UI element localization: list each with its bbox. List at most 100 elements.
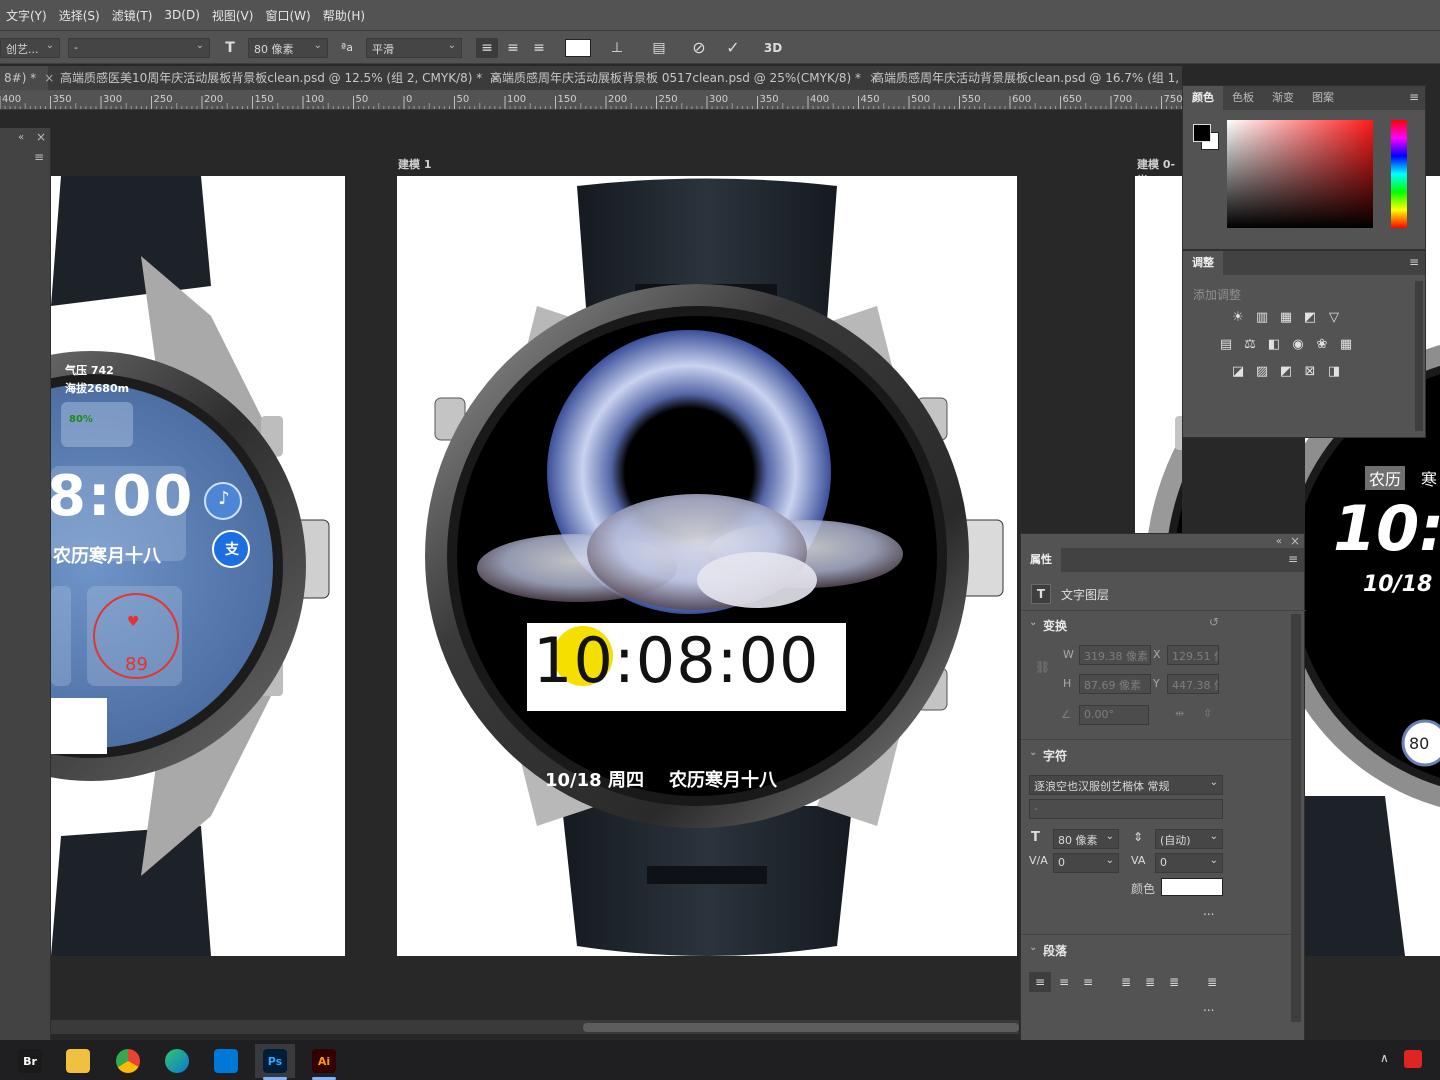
font-family-select[interactable]: 逐浪空也汉服创艺楷体 常规 ⌄ — [1029, 775, 1223, 795]
para-align-left-icon[interactable]: ≡ — [1029, 972, 1051, 992]
canvas-area[interactable]: 气压 742 海拔2680m 80% 8:00 农历寒月十八 ♪ 支 ♥ 89 … — [0, 110, 1182, 1040]
gradient-map-icon[interactable]: ⊠ — [1301, 363, 1319, 381]
close-icon[interactable]: × — [36, 130, 46, 144]
cancel-icon[interactable]: ⊘ — [688, 38, 710, 58]
flip-horizontal-icon[interactable]: ⇹ — [1175, 707, 1184, 720]
vibrance-icon[interactable]: ▽ — [1325, 309, 1343, 327]
collapse-icon[interactable]: « — [1276, 536, 1282, 547]
flip-vertical-icon[interactable]: ⇳ — [1203, 707, 1212, 720]
levels-icon[interactable]: ▥ — [1253, 309, 1271, 327]
commit-check-icon[interactable]: ✓ — [722, 38, 744, 58]
tracking-field[interactable]: 0 ⌄ — [1155, 853, 1223, 873]
close-icon[interactable]: × — [44, 71, 54, 85]
brightness-icon[interactable]: ☀ — [1229, 309, 1247, 327]
text-color-swatch[interactable] — [1161, 878, 1223, 896]
panel-menu-icon[interactable]: ≡ — [1288, 552, 1298, 566]
para-align-center-icon[interactable]: ≡ — [1053, 972, 1075, 992]
x-field[interactable]: 129.51 像素 — [1167, 645, 1219, 665]
tab-doc-3[interactable]: 高端质感周年庆活动背景展板clean.psd @ 16.7% (组 1, CM — [868, 66, 1182, 90]
taskbar-explorer[interactable] — [58, 1044, 98, 1078]
threshold-icon[interactable]: ◩ — [1277, 363, 1295, 381]
panel-menu-icon[interactable]: ≡ — [1409, 255, 1419, 269]
link-icon[interactable]: ⛓ — [1035, 660, 1050, 674]
channel-mixer-icon[interactable]: ❀ — [1313, 336, 1331, 354]
kerning-field[interactable]: 0 ⌄ — [1053, 853, 1119, 873]
taskbar-photoshop[interactable]: Ps — [255, 1044, 295, 1080]
hsl-icon[interactable]: ▤ — [1217, 336, 1235, 354]
foreground-color-swatch[interactable] — [1193, 124, 1211, 142]
justify-last-left-icon[interactable]: ≣ — [1115, 972, 1137, 992]
hue-slider[interactable] — [1391, 120, 1407, 228]
menu-filter[interactable]: 滤镜(T) — [106, 7, 159, 24]
taskbar-illustrator[interactable]: Ai — [304, 1044, 344, 1080]
bw-icon[interactable]: ◧ — [1265, 336, 1283, 354]
tab-gradients[interactable]: 渐变 — [1263, 86, 1303, 110]
selective-color-icon[interactable]: ◨ — [1325, 363, 1343, 381]
tab-doc-2[interactable]: 高端质感周年庆活动展板背景板 0517clean.psd @ 25%(CMYK/… — [486, 66, 879, 90]
font-family-select[interactable]: 创艺... ⌄ — [0, 38, 60, 58]
chevron-down-icon[interactable]: ⌄ — [1029, 942, 1037, 953]
antialias-select[interactable]: 平滑 ⌄ — [366, 38, 462, 58]
para-align-right-icon[interactable]: ≡ — [1077, 972, 1099, 992]
tab-patterns[interactable]: 图案 — [1303, 86, 1343, 110]
character-section-title[interactable]: 字符 — [1043, 747, 1067, 764]
artboard-left[interactable]: 气压 742 海拔2680m 80% 8:00 农历寒月十八 ♪ 支 ♥ 89 — [51, 176, 345, 956]
leading-field[interactable]: (自动) ⌄ — [1155, 829, 1223, 849]
align-left-icon[interactable]: ≡ — [476, 38, 498, 58]
taskbar-bridge[interactable]: Br — [10, 1044, 50, 1078]
transform-section-title[interactable]: 变换 — [1043, 617, 1067, 634]
tab-color[interactable]: 颜色 — [1183, 86, 1223, 110]
menu-window[interactable]: 窗口(W) — [259, 7, 316, 24]
invert-icon[interactable]: ◪ — [1229, 363, 1247, 381]
canvas-horizontal-scrollbar[interactable] — [51, 1020, 1019, 1034]
warp-text-icon[interactable]: ⊥ — [606, 38, 628, 58]
collapse-icon[interactable]: « — [18, 132, 24, 143]
character-panel-icon[interactable]: ▤ — [648, 38, 670, 58]
menu-select[interactable]: 选择(S) — [53, 7, 106, 24]
text-color-swatch[interactable] — [565, 39, 591, 57]
menu-type[interactable]: 文字(Y) — [0, 7, 53, 24]
chevron-down-icon[interactable]: ⌄ — [1029, 617, 1037, 628]
tab-swatches[interactable]: 色板 — [1223, 86, 1263, 110]
tab-current[interactable]: 8#) * × — [0, 66, 54, 90]
reset-icon[interactable]: ↺ — [1209, 615, 1219, 629]
paragraph-section-title[interactable]: 段落 — [1043, 942, 1067, 959]
panel-menu-icon[interactable]: ≡ — [1409, 90, 1419, 104]
chevron-down-icon[interactable]: ⌄ — [1029, 747, 1037, 758]
scrollbar[interactable] — [1415, 281, 1423, 431]
menu-view[interactable]: 视图(V) — [206, 7, 260, 24]
menu-help[interactable]: 帮助(H) — [317, 7, 371, 24]
align-right-icon[interactable]: ≡ — [528, 38, 550, 58]
font-size-select[interactable]: 80 像素 ⌄ — [248, 38, 328, 58]
exposure-icon[interactable]: ◩ — [1301, 309, 1319, 327]
angle-field[interactable]: 0.00° — [1079, 705, 1149, 725]
curves-icon[interactable]: ▦ — [1277, 309, 1295, 327]
color-balance-icon[interactable]: ⚖ — [1241, 336, 1259, 354]
scroll-thumb[interactable] — [583, 1023, 1019, 1032]
posterize-icon[interactable]: ▨ — [1253, 363, 1271, 381]
align-center-icon[interactable]: ≡ — [502, 38, 524, 58]
tab-adjustments[interactable]: 调整 — [1183, 251, 1223, 275]
tab-properties[interactable]: 属性 — [1021, 548, 1061, 572]
artboard-center[interactable]: 10:08:00 10/18 周四 农历寒月十八 — [397, 176, 1017, 956]
more-options-icon[interactable]: ... — [1203, 904, 1214, 918]
height-field[interactable]: 87.69 像素 — [1079, 674, 1151, 694]
panel-menu-icon[interactable]: ≡ — [34, 150, 44, 164]
color-field[interactable] — [1227, 120, 1373, 228]
tab-doc-1[interactable]: 高端质感医美10周年庆活动展板背景板clean.psd @ 12.5% (组 2… — [56, 66, 500, 90]
justify-last-right-icon[interactable]: ≣ — [1163, 972, 1185, 992]
font-size-field[interactable]: 80 像素 ⌄ — [1053, 829, 1119, 849]
y-field[interactable]: 447.38 像素 — [1167, 674, 1219, 694]
more-options-icon[interactable]: ... — [1203, 1000, 1214, 1014]
justify-all-icon[interactable]: ≣ — [1201, 972, 1223, 992]
tray-app-icon[interactable] — [1404, 1050, 1422, 1068]
taskbar-chrome[interactable] — [108, 1044, 148, 1078]
font-style-select[interactable]: - ⌄ — [68, 38, 210, 58]
3d-button[interactable]: 3D — [758, 38, 788, 58]
font-style-select[interactable]: - — [1029, 799, 1223, 819]
chevron-up-icon[interactable]: ∧ — [1380, 1051, 1389, 1065]
photo-filter-icon[interactable]: ◉ — [1289, 336, 1307, 354]
watch-time-text[interactable]: 10:08:00 — [533, 624, 819, 697]
justify-last-center-icon[interactable]: ≣ — [1139, 972, 1161, 992]
taskbar-vscode[interactable] — [206, 1044, 246, 1078]
